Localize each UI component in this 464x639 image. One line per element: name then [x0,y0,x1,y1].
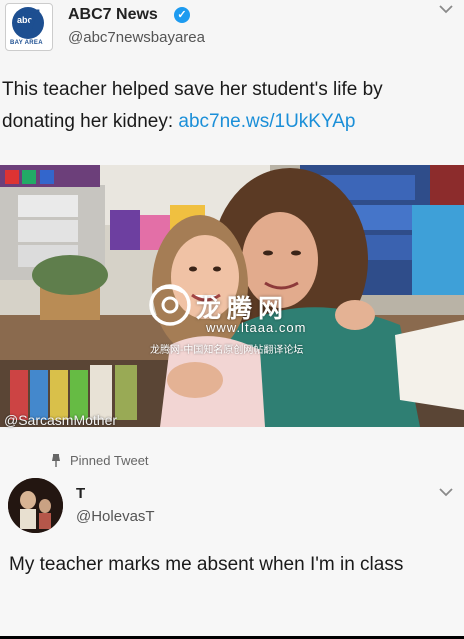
avatar-image [8,478,63,533]
abc-logo-number: 7 [24,4,41,37]
watermark-description: 龙腾网-中国知名原创网帖翻译论坛 [150,345,304,356]
tweet1-display-name[interactable]: ABC7 News [68,6,158,24]
avatar[interactable] [8,478,63,533]
pinned-label: Pinned Tweet [70,453,149,468]
chevron-down-icon[interactable] [438,2,454,16]
tweet1-link[interactable]: abc7ne.ws/1UkKYAp [178,111,355,132]
pinned-tweet-row: Pinned Tweet [50,453,149,468]
tweet-pinned[interactable]: Pinned Tweet T @HolevasT My teacher mark… [0,440,464,639]
pin-icon [52,454,60,467]
abc7-avatar[interactable]: abc 7 BAY AREA [5,3,53,51]
tweet1-handle[interactable]: @abc7newsbayarea [68,29,205,46]
meme-screenshot: abc 7 BAY AREA ABC7 News ✓ @abc7newsbaya… [0,0,464,639]
verified-badge-icon: ✓ [174,7,190,23]
tweet2-text: My teacher marks me absent when I'm in c… [9,554,404,575]
tweet2-handle[interactable]: @HolevasT [76,508,155,525]
watermark-logo-icon [149,284,191,326]
watermark-url: www.ltaaa.com [206,320,307,335]
chevron-down-icon[interactable] [438,485,454,499]
photo-credit: @SarcasmMother [4,412,118,428]
abc-logo-subtitle: BAY AREA [10,40,43,46]
tweet2-display-name[interactable]: T [76,485,85,502]
tweet1-text: This teacher helped save her student's l… [2,74,460,138]
